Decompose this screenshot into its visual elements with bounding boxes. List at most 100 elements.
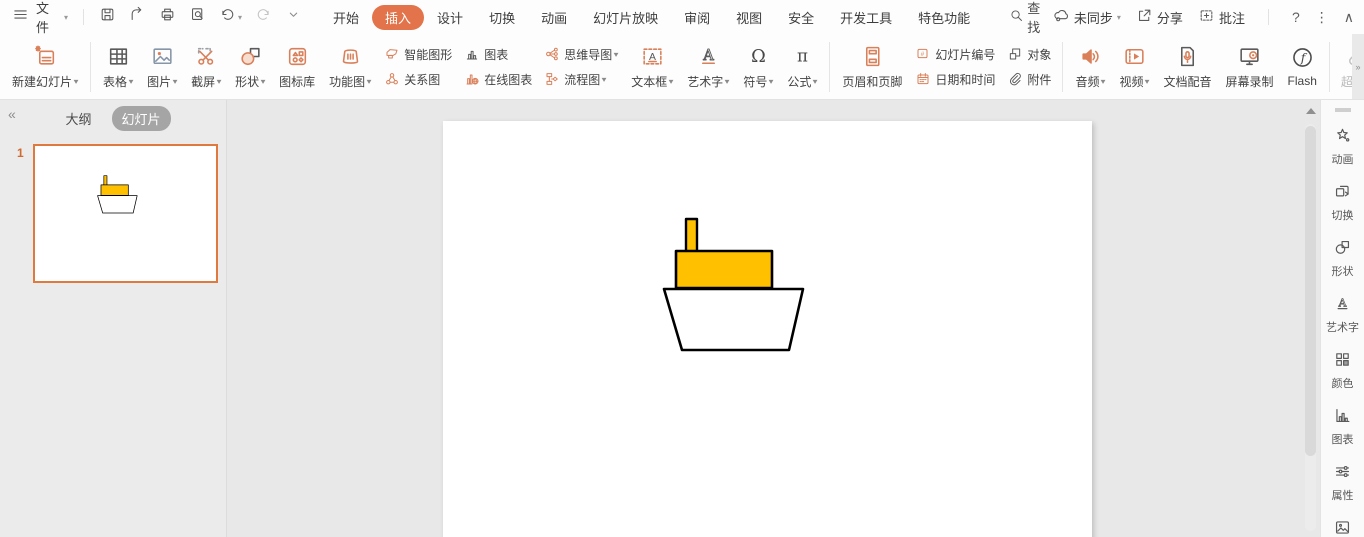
formula-button[interactable]: π 公式 ▾ [781, 37, 823, 97]
tab-security[interactable]: 安全 [775, 5, 827, 30]
sidebar-item-wordart[interactable]: A 艺术字 [1326, 294, 1359, 335]
tab-devtools[interactable]: 开发工具 [827, 5, 905, 30]
sidebar-item-shapes[interactable]: 形状 [1332, 238, 1354, 279]
ribbon-expander-button[interactable]: » [1352, 34, 1364, 99]
datetime-icon [915, 71, 931, 87]
share-icon [1136, 7, 1153, 27]
share-label: 分享 [1156, 10, 1183, 26]
chevron-down-icon: ▾ [668, 76, 674, 86]
online-chart-button[interactable]: 在线图表 [464, 68, 532, 90]
tab-view[interactable]: 视图 [723, 5, 775, 30]
more-quick-actions-button[interactable] [285, 6, 302, 28]
flowchart-icon [544, 71, 560, 87]
boat-shape[interactable] [662, 217, 806, 353]
tab-review[interactable]: 审阅 [671, 5, 723, 30]
svg-text:A: A [702, 47, 714, 64]
vertical-scrollbar[interactable] [1304, 106, 1317, 531]
slide-page[interactable] [443, 121, 1092, 537]
tab-animation[interactable]: 动画 [528, 5, 580, 30]
share-button[interactable]: 分享 [1136, 7, 1183, 27]
chart-button[interactable]: 图表 [464, 43, 532, 65]
wordart-button[interactable]: A 艺术字 ▾ [681, 37, 735, 97]
tab-slideshow[interactable]: 幻灯片放映 [580, 5, 671, 30]
tab-design[interactable]: 设计 [424, 5, 476, 30]
new-slide-button[interactable]: 新建幻灯片 ▾ [6, 37, 84, 97]
ribbon-group-separator [829, 41, 831, 92]
ribbon-stack: 图表 在线图表 [459, 43, 537, 90]
tab-special-features[interactable]: 特色功能 [905, 5, 983, 30]
wordart-icon: A [696, 44, 721, 69]
sidebar-item-color[interactable]: 颜色 [1332, 350, 1354, 391]
mindmap-icon [544, 46, 560, 62]
screen-record-icon [1237, 44, 1262, 69]
print-button[interactable] [159, 6, 176, 28]
attachment-button[interactable]: 附件 [1007, 68, 1051, 90]
svg-text:Ω: Ω [751, 47, 766, 67]
picture-button[interactable]: 图片 ▾ [141, 37, 183, 97]
screenshot-button[interactable]: 截屏 ▾ [185, 37, 227, 97]
sidebar-drag-handle[interactable] [1334, 108, 1351, 112]
header-footer-button[interactable]: 页眉和页脚 [836, 37, 908, 97]
file-menu-label: 文件 [36, 1, 50, 35]
help-button[interactable]: ? [1292, 9, 1300, 25]
textbox-button[interactable]: A 文本框 ▾ [625, 37, 679, 97]
print-preview-button[interactable] [189, 6, 206, 28]
sync-status-button[interactable]: 未同步 ▾ [1053, 7, 1121, 27]
screen-record-button[interactable]: 屏幕录制 [1220, 37, 1280, 97]
sidebar-item-chart[interactable]: 图表 [1332, 406, 1354, 447]
collapse-ribbon-button[interactable]: ∧ [1344, 9, 1354, 26]
redo-icon [255, 6, 272, 28]
sidebar-item-transition[interactable]: 切换 [1332, 182, 1354, 223]
table-button[interactable]: 表格 ▾ [97, 37, 139, 97]
smartart-icon [384, 46, 400, 62]
shapes-icon [238, 44, 263, 69]
object-button[interactable]: 对象 [1007, 43, 1051, 65]
chevron-down-icon: ▾ [601, 74, 607, 84]
document-dubbing-button[interactable]: 文档配音 [1158, 37, 1218, 97]
sidebar-item-gallery[interactable]: 图库 [1332, 518, 1354, 537]
relation-diagram-button[interactable]: 关系图 [384, 68, 452, 90]
symbol-button[interactable]: Ω 符号 ▾ [737, 37, 779, 97]
undo-button[interactable]: ▾ [219, 6, 242, 28]
slide-thumbnail[interactable] [33, 144, 218, 283]
scrollbar-thumb[interactable] [1305, 126, 1316, 456]
chevron-down-icon: ▾ [1145, 76, 1150, 86]
comment-button[interactable]: 批注 [1198, 7, 1245, 27]
datetime-button[interactable]: 日期和时间 [915, 68, 995, 90]
audio-button[interactable]: 音频 ▾ [1069, 37, 1111, 97]
svg-text:A: A [1337, 296, 1347, 309]
function-diagram-button[interactable]: 功能图 ▾ [323, 37, 377, 97]
search-button[interactable]: 查找 [1009, 0, 1053, 36]
file-menu-button[interactable]: 文件 ▾ [36, 0, 68, 36]
more-options-button[interactable]: ⋮ [1315, 9, 1329, 26]
online-chart-icon [464, 71, 480, 87]
editing-canvas[interactable] [227, 100, 1320, 537]
attachment-icon [1007, 71, 1023, 87]
collapse-panel-button[interactable]: « [8, 106, 16, 122]
tab-transitions[interactable]: 切换 [476, 5, 528, 30]
ribbon-group: 表格 ▾ 图片 ▾ 截屏 ▾ 形状 ▾ 图标库 功能图 ▾ 智能图形关系图 图表在线图表 思维导图 ▾ 流程图… [97, 37, 823, 97]
hamburger-icon[interactable] [12, 6, 29, 28]
header-footer-icon [860, 44, 885, 69]
tab-home[interactable]: 开始 [320, 5, 372, 30]
panel-tab-outline[interactable]: 大纲 [55, 106, 101, 131]
svg-text:π: π [797, 46, 808, 65]
sidebar-item-properties[interactable]: 属性 [1332, 462, 1354, 503]
icon-library-icon [285, 44, 310, 69]
panel-tab-slides[interactable]: 幻灯片 [111, 105, 171, 131]
mindmap-button[interactable]: 思维导图 ▾ [544, 43, 619, 65]
flash-button[interactable]: f Flash [1282, 37, 1323, 97]
save-button[interactable] [99, 6, 116, 28]
slide-number-button[interactable]: # 幻灯片编号 [915, 43, 995, 65]
export-button[interactable] [129, 6, 146, 28]
shapes-button[interactable]: 形状 ▾ [229, 37, 271, 97]
relation-icon [384, 71, 400, 87]
icon-library-button[interactable]: 图标库 [273, 37, 321, 97]
smartart-button[interactable]: 智能图形 [384, 43, 452, 65]
sidebar-item-animation[interactable]: 动画 [1332, 126, 1354, 167]
screenshot-icon [194, 44, 219, 69]
video-button[interactable]: 视频 ▾ [1113, 37, 1155, 97]
scroll-up-icon[interactable] [1305, 108, 1316, 114]
tab-insert[interactable]: 插入 [372, 4, 425, 30]
flowchart-button[interactable]: 流程图 ▾ [544, 68, 618, 90]
